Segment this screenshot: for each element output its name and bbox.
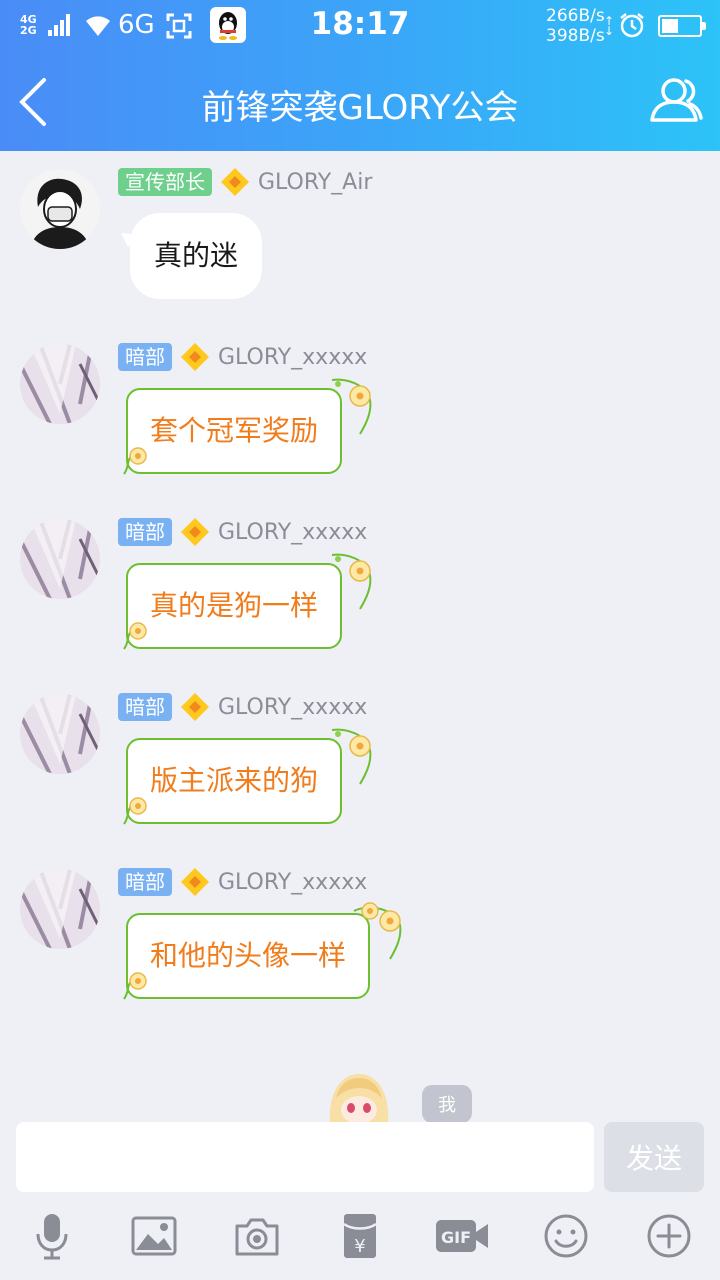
camera-icon[interactable]: [233, 1212, 281, 1260]
red-packet-icon[interactable]: ¥: [336, 1212, 384, 1260]
battery-icon: [658, 15, 706, 37]
role-badge: 暗部: [118, 343, 172, 371]
message-meta: 宣传部长 GLORY_Air: [118, 167, 372, 197]
svg-text:GIF: GIF: [441, 1228, 471, 1247]
gif-icon[interactable]: GIF: [434, 1212, 490, 1260]
message-text: 套个冠军奖励: [150, 414, 319, 447]
message-meta: 暗部 GLORY_xxxxx: [118, 867, 367, 897]
send-button[interactable]: 发送: [604, 1122, 704, 1192]
chat-message: 宣传部长 GLORY_Air 真的迷: [0, 151, 720, 321]
back-button[interactable]: [14, 76, 54, 128]
avatar[interactable]: [20, 694, 100, 774]
chat-message: 暗部 GLORY_xxxxx 版主派来的狗: [0, 676, 720, 846]
microphone-icon[interactable]: [28, 1212, 76, 1260]
group-members-button[interactable]: [648, 74, 704, 126]
status-bar: 4G 2G 6G 18:17 266B/s 398B/s ↑ ↓: [0, 0, 720, 52]
message-meta: 暗部 GLORY_xxxxx: [118, 692, 367, 722]
nickname: GLORY_Air: [258, 169, 373, 195]
upload-speed: 266B/s: [546, 6, 605, 26]
chat-message-list[interactable]: 宣传部长 GLORY_Air 真的迷 暗部 GLORY_xxxxx 套个冠军奖励: [0, 151, 720, 1121]
emoji-icon[interactable]: [542, 1212, 590, 1260]
message-bubble[interactable]: 套个冠军奖励: [126, 388, 343, 474]
diamond-icon: [221, 168, 249, 196]
plus-icon[interactable]: [645, 1212, 693, 1260]
nickname: GLORY_xxxxx: [218, 869, 368, 895]
message-text: 和他的头像一样: [150, 939, 347, 972]
toolbar: ¥ GIF: [0, 1212, 720, 1272]
message-text: 真的是狗一样: [150, 589, 319, 622]
avatar[interactable]: [20, 169, 100, 249]
avatar[interactable]: [20, 519, 100, 599]
nickname: GLORY_xxxxx: [218, 694, 368, 720]
chat-message: 暗部 GLORY_xxxxx 套个冠军奖励: [0, 326, 720, 496]
download-speed: 398B/s: [546, 26, 605, 46]
avatar[interactable]: [20, 869, 100, 949]
role-badge: 宣传部长: [118, 168, 212, 196]
message-bubble[interactable]: 和他的头像一样: [126, 913, 371, 999]
avatar[interactable]: [20, 344, 100, 424]
svg-text:¥: ¥: [354, 1236, 365, 1257]
network-speed: 266B/s 398B/s: [546, 6, 605, 46]
page-title: 前锋突袭GLORY公会: [201, 88, 519, 128]
message-bubble[interactable]: 版主派来的狗: [126, 738, 343, 824]
message-bubble[interactable]: 真的迷: [130, 213, 263, 299]
role-badge: 暗部: [118, 868, 172, 896]
chat-message: 暗部 GLORY_xxxxx 真的是狗一样: [0, 501, 720, 671]
message-meta: 暗部 GLORY_xxxxx: [118, 517, 367, 547]
me-tag: 我: [422, 1085, 472, 1123]
role-badge: 暗部: [118, 693, 172, 721]
diamond-icon: [181, 518, 209, 546]
anime-sticker: [329, 1074, 389, 1122]
header: 4G 2G 6G 18:17 266B/s 398B/s ↑ ↓ 前锋突袭GLO…: [0, 0, 720, 151]
diamond-icon: [181, 868, 209, 896]
message-input[interactable]: [16, 1122, 594, 1192]
nickname: GLORY_xxxxx: [218, 344, 368, 370]
diamond-icon: [181, 343, 209, 371]
transfer-arrows-icon: ↑ ↓: [604, 14, 615, 38]
message-text: 版主派来的狗: [150, 764, 319, 797]
message-meta: 暗部 GLORY_xxxxx: [118, 342, 367, 372]
chat-message: 暗部 GLORY_xxxxx 和他的头像一样: [0, 851, 720, 1021]
nickname: GLORY_xxxxx: [218, 519, 368, 545]
diamond-icon: [181, 693, 209, 721]
alarm-icon: [620, 13, 644, 38]
message-bubble[interactable]: 真的是狗一样: [126, 563, 343, 649]
message-text: 真的迷: [154, 239, 239, 272]
role-badge: 暗部: [118, 518, 172, 546]
image-icon[interactable]: [130, 1212, 178, 1260]
input-bar: 发送 ¥ GIF: [0, 1122, 720, 1280]
